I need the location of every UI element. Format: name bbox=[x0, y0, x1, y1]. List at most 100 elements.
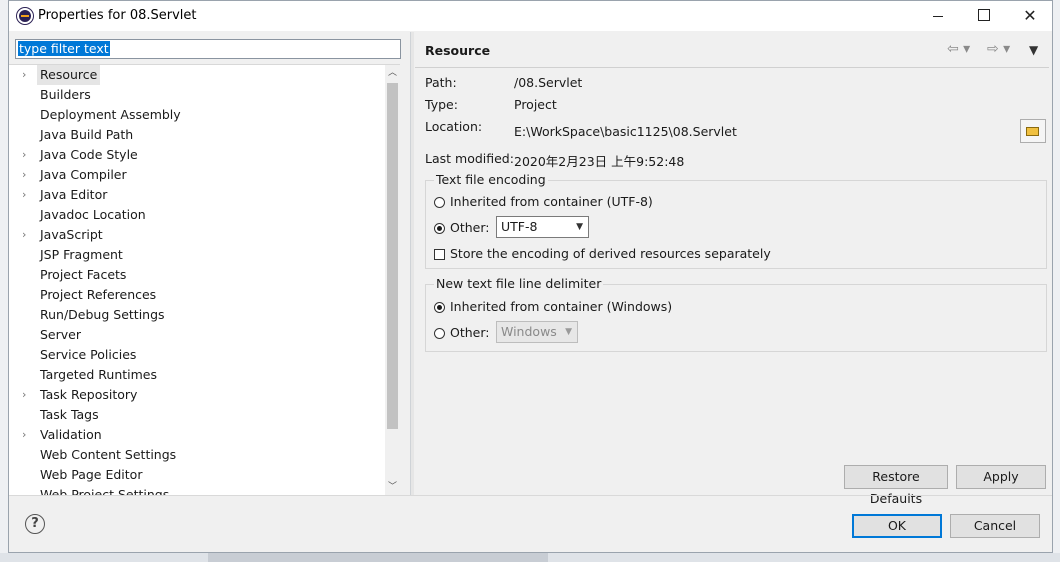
scroll-thumb[interactable] bbox=[387, 83, 398, 429]
page-title: Resource bbox=[425, 43, 491, 58]
filter-placeholder: type filter text bbox=[18, 41, 110, 56]
delimiter-select-value: Windows bbox=[501, 324, 557, 339]
chevron-right-icon[interactable]: › bbox=[22, 165, 32, 185]
tree-item[interactable]: › Java Editor bbox=[9, 185, 385, 205]
tree-item-label: Project Facets bbox=[40, 267, 127, 282]
tree-item[interactable]: › Java Compiler bbox=[9, 165, 385, 185]
tree-item[interactable]: › Java Code Style bbox=[9, 145, 385, 165]
encoding-select[interactable]: UTF-8 ▼ bbox=[496, 216, 589, 238]
show-in-explorer-button[interactable] bbox=[1020, 119, 1046, 143]
type-value: Project bbox=[514, 97, 557, 112]
tree-item-label: Web Content Settings bbox=[40, 447, 177, 462]
tree-item-label: Java Compiler bbox=[40, 167, 127, 182]
derived-encoding-checkbox[interactable] bbox=[434, 249, 445, 260]
chevron-right-icon[interactable]: › bbox=[22, 225, 32, 245]
close-icon: ✕ bbox=[1023, 6, 1037, 25]
apply-button[interactable]: Apply bbox=[956, 465, 1046, 489]
tree-item[interactable]: Project Facets bbox=[9, 265, 385, 285]
encoding-select-value: UTF-8 bbox=[501, 219, 538, 234]
cancel-button[interactable]: Cancel bbox=[950, 514, 1040, 538]
tree-item-label: Run/Debug Settings bbox=[40, 307, 165, 322]
tree-item-label: Server bbox=[40, 327, 81, 342]
path-label: Path: bbox=[425, 75, 457, 90]
properties-dialog: Properties for 08.Servlet ✕ type filter … bbox=[8, 0, 1053, 553]
window-title: Properties for 08.Servlet bbox=[38, 8, 197, 23]
tree-item-label: Task Repository bbox=[40, 387, 138, 402]
encoding-other-radio[interactable] bbox=[434, 223, 445, 234]
tree-item-label: Service Policies bbox=[40, 347, 137, 362]
button-bar-divider bbox=[9, 495, 1052, 496]
forward-arrow-icon[interactable]: ⇨ ▾ bbox=[987, 41, 1010, 57]
background-task-item bbox=[208, 553, 548, 562]
tree-item[interactable]: Builders bbox=[9, 85, 385, 105]
tree-item-label: Java Build Path bbox=[40, 127, 134, 142]
tree-item-label: Resource bbox=[37, 65, 101, 85]
back-arrow-icon[interactable]: ⇦ ▾ bbox=[947, 41, 970, 57]
derived-encoding-label[interactable]: Store the encoding of derived resources … bbox=[450, 246, 771, 261]
tree-item[interactable]: › Resource bbox=[9, 65, 385, 85]
tree-item-label: Validation bbox=[40, 427, 102, 442]
close-button[interactable]: ✕ bbox=[1007, 1, 1053, 31]
tree-item[interactable]: Run/Debug Settings bbox=[9, 305, 385, 325]
minimize-button[interactable] bbox=[915, 1, 961, 31]
tree-item[interactable]: Javadoc Location bbox=[9, 205, 385, 225]
delimiter-other-radio[interactable] bbox=[434, 328, 445, 339]
tree-item[interactable]: › JavaScript bbox=[9, 225, 385, 245]
restore-defaults-button[interactable]: Restore Defaults bbox=[844, 465, 948, 506]
tree-item-label: Javadoc Location bbox=[40, 207, 146, 222]
tree-item-label: Deployment Assembly bbox=[40, 107, 181, 122]
encoding-inherited-radio[interactable] bbox=[434, 197, 445, 208]
help-icon[interactable]: ? bbox=[25, 514, 45, 534]
tree-item[interactable]: Targeted Runtimes bbox=[9, 365, 385, 385]
background-left-edge bbox=[0, 0, 8, 553]
ok-button[interactable]: OK bbox=[852, 514, 942, 538]
eclipse-icon bbox=[16, 7, 34, 25]
scroll-down-icon[interactable]: ﹀ bbox=[385, 479, 400, 495]
location-label: Location: bbox=[425, 119, 483, 134]
tree-item[interactable]: Java Build Path bbox=[9, 125, 385, 145]
pane-splitter[interactable] bbox=[410, 32, 414, 495]
tree-item[interactable]: › Validation bbox=[9, 425, 385, 445]
chevron-right-icon[interactable]: › bbox=[22, 185, 32, 205]
delimiter-inherited-radio[interactable] bbox=[434, 302, 445, 313]
delimiter-inherited-label[interactable]: Inherited from container (Windows) bbox=[450, 299, 672, 314]
tree-item-label: Builders bbox=[40, 87, 91, 102]
filter-input[interactable]: type filter text bbox=[15, 39, 401, 59]
view-menu-icon[interactable]: ▼ bbox=[1029, 43, 1038, 57]
chevron-down-icon: ▼ bbox=[576, 222, 583, 232]
background-taskbar bbox=[0, 553, 1060, 562]
chevron-right-icon[interactable]: › bbox=[22, 145, 32, 165]
last-modified-value: 2020年2月23日 上午9:52:48 bbox=[514, 154, 685, 169]
tree-item-label: Task Tags bbox=[40, 407, 99, 422]
property-page-tree: › Resource Builders Deployment Assembly Java… bbox=[9, 64, 400, 496]
path-value: /08.Servlet bbox=[514, 75, 583, 90]
tree-item[interactable]: Project References bbox=[9, 285, 385, 305]
text-encoding-legend: Text file encoding bbox=[434, 172, 548, 187]
tree-item[interactable]: Deployment Assembly bbox=[9, 105, 385, 125]
tree-item[interactable]: Service Policies bbox=[9, 345, 385, 365]
last-modified-label: Last modified: bbox=[425, 151, 514, 166]
background-right-edge bbox=[1053, 0, 1060, 553]
tree-item[interactable]: Server bbox=[9, 325, 385, 345]
scroll-up-icon[interactable]: ︿ bbox=[385, 65, 400, 81]
tree-item[interactable]: Task Tags bbox=[9, 405, 385, 425]
maximize-icon bbox=[978, 9, 990, 21]
tree-scrollbar[interactable]: ︿ ﹀ bbox=[385, 65, 400, 495]
maximize-button[interactable] bbox=[961, 1, 1007, 31]
delimiter-other-label[interactable]: Other: bbox=[450, 325, 489, 340]
tree-item-label: JSP Fragment bbox=[40, 247, 123, 262]
line-delimiter-group: New text file line delimiter Inherited f… bbox=[425, 276, 1047, 352]
tree-item[interactable]: JSP Fragment bbox=[9, 245, 385, 265]
minimize-icon bbox=[933, 15, 943, 17]
type-label: Type: bbox=[425, 97, 458, 112]
tree-item[interactable]: Web Content Settings bbox=[9, 445, 385, 465]
encoding-other-label[interactable]: Other: bbox=[450, 220, 489, 235]
chevron-right-icon[interactable]: › bbox=[22, 425, 32, 445]
encoding-inherited-label[interactable]: Inherited from container (UTF-8) bbox=[450, 194, 653, 209]
tree-item[interactable]: Web Page Editor bbox=[9, 465, 385, 485]
tree-item-label: Web Page Editor bbox=[40, 467, 143, 482]
tree-item[interactable]: › Task Repository bbox=[9, 385, 385, 405]
tree-item-label: Java Editor bbox=[40, 187, 108, 202]
chevron-right-icon[interactable]: › bbox=[22, 65, 32, 85]
chevron-right-icon[interactable]: › bbox=[22, 385, 32, 405]
